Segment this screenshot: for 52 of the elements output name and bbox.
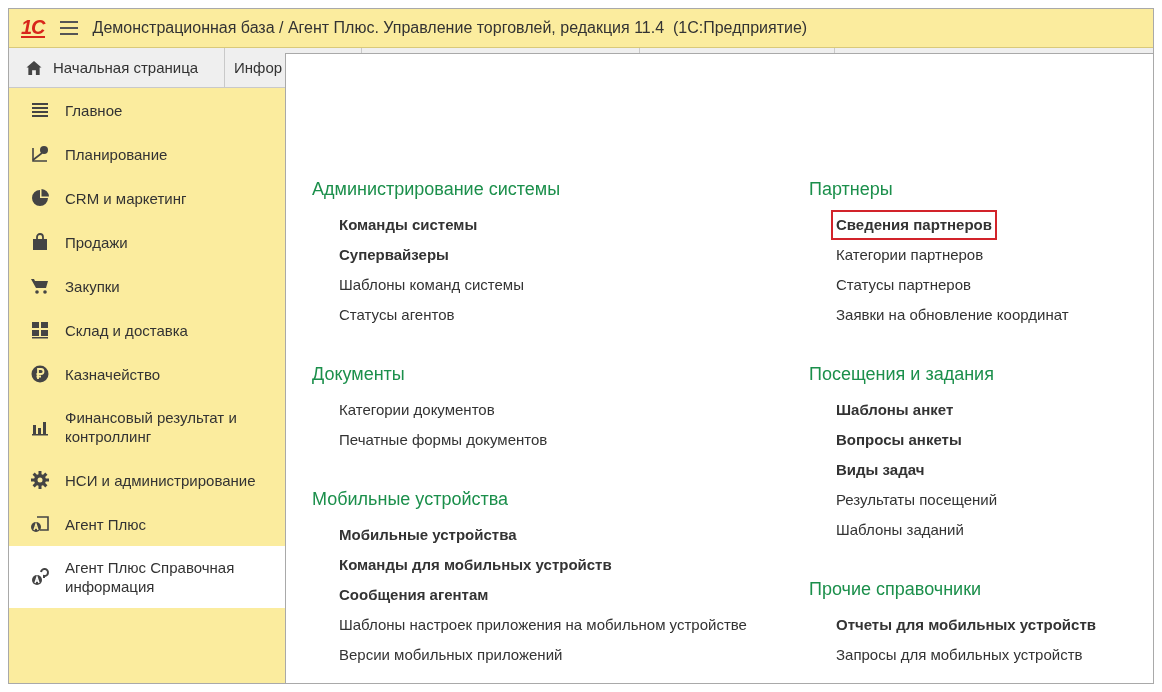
window-title: Демонстрационная база / Агент Плюс. Управление торговлей, редакция 11.4 (1С:Предприятие) xyxy=(92,19,808,37)
menu-link[interactable]: Шаблоны анкет xyxy=(831,395,959,425)
menu-link[interactable]: Статусы агентов xyxy=(334,300,460,330)
menu-link[interactable]: Статусы партнеров xyxy=(831,270,976,300)
menu-link[interactable]: Версии мобильных приложений xyxy=(334,640,568,670)
menu-link[interactable]: Сообщения агентам xyxy=(334,580,494,610)
menu-link[interactable]: Команды системы xyxy=(334,210,483,240)
sidebar-item[interactable]: Главное xyxy=(9,88,285,132)
section-heading: Посещения и задания xyxy=(809,363,994,386)
menu-link[interactable]: Сведения партнеров xyxy=(831,210,997,240)
menu-link[interactable]: Мобильные устройства xyxy=(334,520,522,550)
menu-link[interactable]: Категории документов xyxy=(334,395,500,425)
settings-icon xyxy=(29,470,51,490)
home-icon xyxy=(25,59,43,76)
sidebar-item[interactable]: Склад и доставка xyxy=(9,308,285,352)
menu-link[interactable]: Печатные формы документов xyxy=(334,425,553,455)
sidebar-item[interactable]: Казначейство xyxy=(9,352,285,396)
agent-question-icon xyxy=(29,567,51,587)
section-heading: Мобильные устройства xyxy=(312,488,509,511)
menu-link[interactable]: Виды задач xyxy=(831,455,930,485)
section-heading: Документы xyxy=(312,363,405,386)
ruble-coin-icon xyxy=(29,364,51,384)
menu-link[interactable]: Запросы для мобильных устройств xyxy=(831,640,1088,670)
sidebar-item[interactable]: Закупки xyxy=(9,264,285,308)
section-heading: Прочие справочники xyxy=(809,578,982,601)
sidebar-item[interactable]: CRM и маркетинг xyxy=(9,176,285,220)
menu-link[interactable]: Отчеты для мобильных устройств xyxy=(831,610,1101,640)
menu-link[interactable]: Команды для мобильных устройств xyxy=(334,550,617,580)
pie-chart-icon xyxy=(29,188,51,208)
agent-document-icon xyxy=(29,514,51,534)
logo: 1С xyxy=(21,18,45,38)
sidebar-item[interactable]: Планирование xyxy=(9,132,285,176)
sidebar-item[interactable]: Продажи xyxy=(9,220,285,264)
list-icon xyxy=(29,100,51,120)
cart-icon xyxy=(29,276,51,296)
sidebar-item[interactable]: Агент Плюс xyxy=(9,502,285,546)
menu-link[interactable]: Шаблоны команд системы xyxy=(334,270,529,300)
chart-axes-icon xyxy=(29,144,51,164)
menu-link[interactable]: Шаблоны настроек приложения на мобильном устройстве xyxy=(334,610,752,640)
menu-link[interactable]: Вопросы анкеты xyxy=(831,425,967,455)
menu-link[interactable]: Результаты посещений xyxy=(831,485,1003,515)
menu-icon[interactable] xyxy=(58,20,79,36)
section-heading: Партнеры xyxy=(809,178,893,201)
sidebar-item[interactable]: НСИ и администрирование xyxy=(9,458,285,502)
section-heading: Администрирование системы xyxy=(312,178,561,201)
menu-link[interactable]: Супервайзеры xyxy=(334,240,454,270)
menu-link[interactable]: Шаблоны заданий xyxy=(831,515,969,545)
sidebar-item[interactable]: Финансовый результат и контроллинг xyxy=(9,396,285,458)
sidebar-item[interactable]: Агент Плюс Справочная информация xyxy=(9,546,285,608)
menu-link[interactable]: Категории партнеров xyxy=(831,240,989,270)
menu-link[interactable]: Заявки на обновление координат xyxy=(831,300,1074,330)
grid-icon xyxy=(29,320,51,340)
